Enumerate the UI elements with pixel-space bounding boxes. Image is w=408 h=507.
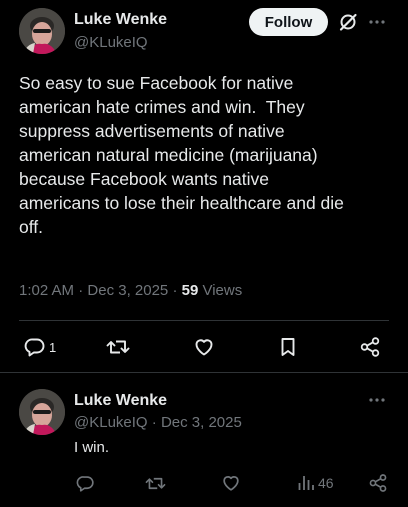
retweet-icon	[145, 477, 166, 489]
heart-icon	[223, 476, 239, 491]
avatar-photo	[19, 389, 65, 435]
follow-button[interactable]: Follow	[249, 8, 328, 36]
share-button[interactable]	[368, 473, 388, 493]
tweet-text: So easy to sue Facebook for native ameri…	[19, 73, 344, 237]
reply-text: I win.	[74, 439, 110, 456]
author-name[interactable]: Luke Wenke	[74, 10, 167, 30]
divider	[19, 320, 389, 321]
retweet-button[interactable]	[145, 473, 166, 493]
reply-button[interactable]	[76, 473, 95, 493]
grok-slash-icon[interactable]	[336, 10, 360, 34]
views-button[interactable]: 46	[297, 473, 334, 493]
like-button[interactable]	[193, 336, 215, 358]
retweet-button[interactable]	[106, 336, 130, 358]
section-divider	[0, 372, 408, 373]
share-button[interactable]	[359, 336, 381, 358]
reply-button[interactable]: 1	[24, 336, 56, 358]
more-dots-icon[interactable]	[366, 392, 388, 408]
heart-icon	[195, 339, 213, 356]
reply-bubble-icon	[24, 338, 45, 357]
reply-bubble-icon	[76, 475, 94, 492]
avatar[interactable]	[19, 8, 65, 54]
share-icon	[369, 474, 387, 492]
tweet-time[interactable]: 1:02 AM	[19, 282, 74, 299]
meta-separator: ·	[172, 282, 178, 299]
meta-separator: ·	[78, 282, 84, 299]
tweet-meta: 1:02 AM · Dec 3, 2025 · 59 Views	[19, 281, 242, 301]
tweet-date[interactable]: Dec 3, 2025	[87, 282, 168, 299]
author-handle[interactable]: @KLukeIQ	[74, 33, 148, 53]
avatar-photo	[19, 8, 65, 54]
bar-chart-icon	[298, 476, 314, 490]
reply-date[interactable]: Dec 3, 2025	[161, 414, 242, 431]
reply-author-handle[interactable]: @KLukeIQ	[74, 414, 148, 431]
share-icon	[360, 337, 380, 357]
like-button[interactable]	[221, 473, 241, 493]
retweet-icon	[106, 340, 130, 354]
reply-meta: @KLukeIQ · Dec 3, 2025	[74, 413, 242, 433]
bookmark-icon	[281, 338, 295, 356]
views-count: 46	[318, 475, 334, 491]
reply-author-name[interactable]: Luke Wenke	[74, 391, 167, 411]
meta-separator: ·	[151, 414, 157, 431]
reply-avatar[interactable]	[19, 389, 65, 435]
reply-count: 1	[49, 339, 57, 355]
views-label: Views	[202, 282, 243, 299]
more-dots-icon[interactable]	[366, 12, 388, 32]
views-count: 59	[181, 282, 199, 299]
bookmark-button[interactable]	[277, 336, 299, 358]
